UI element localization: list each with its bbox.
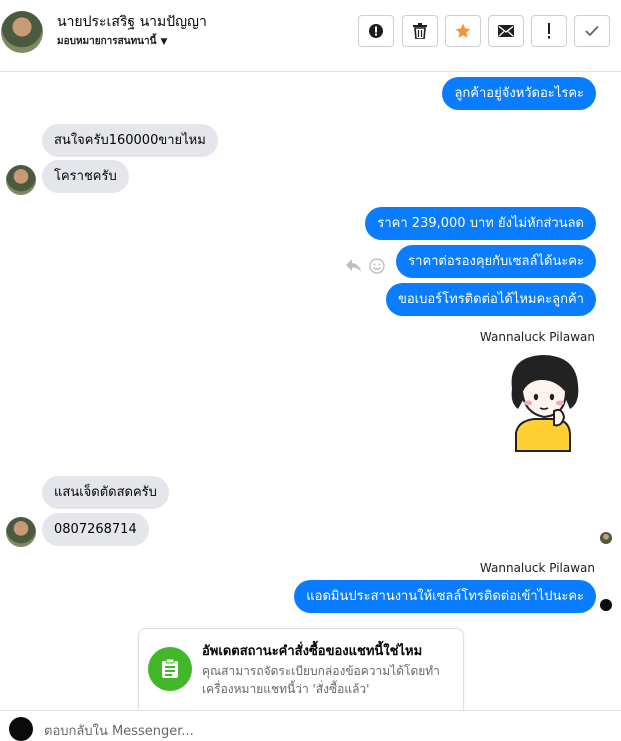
mark-spam-button[interactable] [358, 15, 394, 47]
seen-receipt-avatar [600, 532, 612, 544]
sender-name: Wannaluck Pilawan [479, 330, 595, 344]
contact-avatar[interactable] [1, 11, 43, 53]
girl-thinking-sticker[interactable] [504, 351, 582, 459]
message-outgoing[interactable]: ขอเบอร์โทรติดต่อได้ไหมคะลูกค้า [385, 283, 596, 316]
order-list-icon [148, 647, 192, 691]
card-description: คุณสามารถจัดระเบียบกล่องข้อความได้โดยทำเ… [202, 664, 440, 696]
reply-input[interactable]: ตอบกลับใน Messenger... [44, 720, 194, 741]
sender-name: Wannaluck Pilawan [479, 561, 595, 575]
assign-label: มอบหมายการสนทนานี้ [57, 36, 157, 47]
contact-avatar-small[interactable] [6, 165, 36, 195]
delivered-receipt-avatar [600, 599, 612, 611]
react-emoji-icon[interactable] [369, 258, 385, 278]
delete-button[interactable] [402, 15, 438, 47]
reply-icon[interactable] [346, 258, 362, 277]
exclamation-icon [548, 23, 550, 39]
message-incoming[interactable]: แสนเจ็ดตัดสดครับ [42, 476, 169, 509]
conversation-header: นายประเสริฐ นามปัญญา มอบหมายการสนทนานี้ ▼ [0, 0, 621, 72]
order-status-card[interactable]: อัพเดตสถานะคำสั่งซื้อของแชทนี้ใช่ไหม คุณ… [138, 628, 464, 710]
message-outgoing[interactable]: แอดมินประสานงานให้เซลล์โทรติดต่อเข้าไปนะ… [294, 580, 596, 613]
caret-down-icon: ▼ [160, 37, 168, 47]
reply-composer: ตอบกลับใน Messenger... [0, 710, 621, 741]
message-outgoing[interactable]: ลูกค้าอยู่จังหวัดอะไรคะ [442, 77, 596, 110]
message-incoming[interactable]: 0807268714 [42, 513, 149, 546]
message-incoming[interactable]: โคราชครับ [42, 160, 129, 193]
message-incoming[interactable]: สนใจครับ160000ขายไหม [42, 124, 218, 157]
contact-name[interactable]: นายประเสริฐ นามปัญญา [57, 11, 207, 33]
message-outgoing[interactable]: ราคา 239,000 บาท ยังไม่หักส่วนลด [365, 207, 596, 240]
mark-done-button[interactable] [574, 15, 610, 47]
star-icon [455, 23, 471, 38]
alert-circle-icon [369, 24, 383, 38]
card-title: อัพเดตสถานะคำสั่งซื้อของแชทนี้ใช่ไหม [202, 644, 423, 659]
contact-avatar-small[interactable] [6, 517, 36, 547]
follow-up-button[interactable] [531, 15, 567, 47]
message-outgoing[interactable]: ราคาต่อรองคุยกับเซลล์ได้นะคะ [396, 245, 596, 278]
page-avatar [9, 717, 33, 741]
assign-conversation-dropdown[interactable]: มอบหมายการสนทนานี้ ▼ [57, 34, 167, 49]
check-icon [585, 25, 599, 37]
trash-icon [413, 23, 427, 39]
star-button[interactable] [445, 15, 481, 47]
envelope-icon [498, 25, 514, 37]
message-thread[interactable]: ลูกค้าอยู่จังหวัดอะไรคะ สนใจครับ160000ขา… [0, 73, 621, 710]
mark-unread-button[interactable] [488, 15, 524, 47]
